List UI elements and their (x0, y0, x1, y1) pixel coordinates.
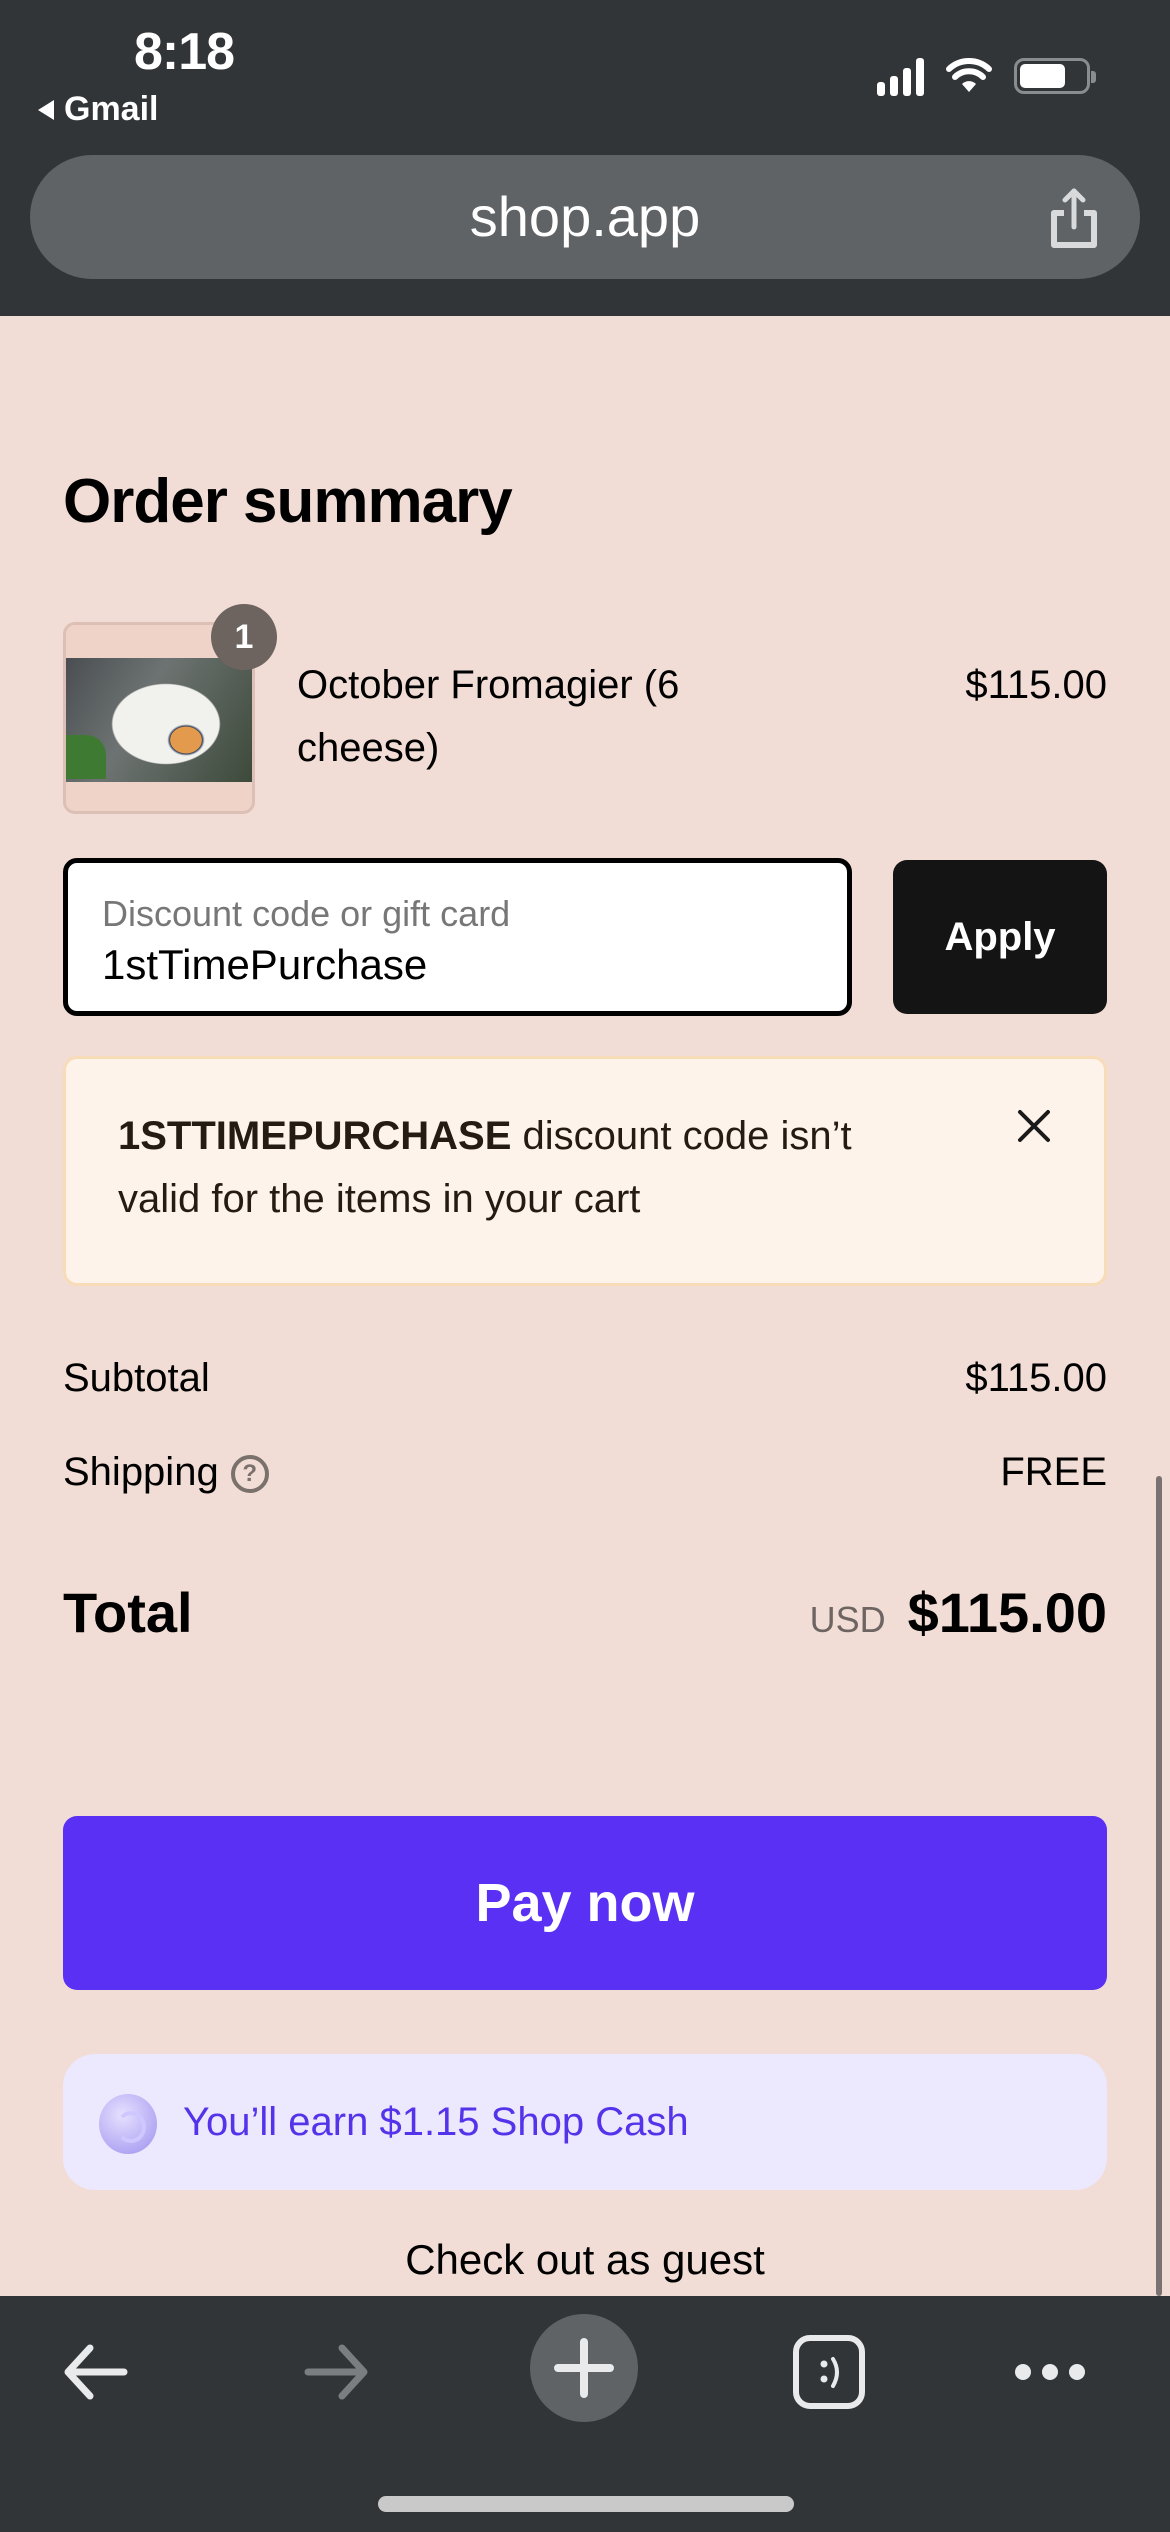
discount-error-banner: 1STTIMEPURCHASE discount code isn’t vali… (63, 1056, 1107, 1286)
forward-button[interactable] (292, 2318, 382, 2426)
address-bar[interactable]: shop.app (30, 155, 1140, 279)
back-to-app-link[interactable]: Gmail (38, 90, 158, 129)
tabs-button[interactable] (790, 2318, 868, 2426)
product-price: $115.00 (965, 663, 1107, 707)
home-indicator[interactable] (378, 2496, 794, 2512)
back-app-label: Gmail (64, 90, 159, 128)
wifi-icon (946, 58, 992, 92)
shipping-row: Shipping? FREE (63, 1450, 1107, 1495)
url-text: shop.app (469, 185, 701, 248)
guest-checkout-link[interactable]: Check out as guest (0, 2236, 1170, 2284)
error-code: 1STTIMEPURCHASE (118, 1114, 512, 1158)
tabs-icon (793, 2335, 865, 2409)
scrollbar[interactable] (1156, 1476, 1162, 2296)
more-dots-icon (1015, 2364, 1085, 2380)
back-triangle-icon (38, 99, 54, 120)
discount-field-label: Discount code or gift card (102, 893, 511, 934)
checkout-page: Order summary 1 October Fromagier (6 che… (0, 316, 1170, 2296)
subtotal-row: Subtotal $115.00 (63, 1356, 1107, 1401)
close-icon (1018, 1109, 1050, 1142)
new-tab-button[interactable] (530, 2314, 638, 2422)
forward-arrow-icon (304, 2344, 368, 2400)
error-message: 1STTIMEPURCHASE discount code isn’t vali… (118, 1105, 918, 1231)
more-button[interactable] (1010, 2318, 1090, 2426)
back-button[interactable] (50, 2318, 140, 2426)
back-arrow-icon (64, 2344, 128, 2400)
browser-toolbar (0, 2296, 1170, 2532)
shipping-label: Shipping (63, 1450, 219, 1494)
subtotal-label: Subtotal (63, 1356, 210, 1400)
product-name: October Fromagier (6 cheese) (297, 663, 680, 770)
plus-icon (554, 2338, 614, 2398)
screen: 8:18 Gmail shop.app Order summary 1 Octo… (0, 0, 1170, 2532)
shop-cash-coin-icon (99, 2094, 157, 2154)
shop-cash-text: You’ll earn $1.15 Shop Cash (183, 2100, 689, 2144)
line-item: 1 October Fromagier (6 cheese) $115.00 (63, 604, 1107, 814)
browser-chrome: 8:18 Gmail shop.app (0, 0, 1170, 316)
pay-now-button[interactable]: Pay now (63, 1816, 1107, 1990)
share-icon[interactable] (1048, 187, 1100, 251)
order-summary-title: Order summary (63, 467, 513, 536)
help-icon[interactable]: ? (230, 1455, 269, 1494)
subtotal-value: $115.00 (965, 1356, 1107, 1400)
total-row: Total USD $115.00 (63, 1580, 1107, 1645)
discount-code-input[interactable] (102, 941, 802, 989)
total-value: $115.00 (907, 1581, 1107, 1644)
status-icons (877, 56, 1096, 96)
battery-icon (1014, 58, 1096, 94)
apply-button[interactable]: Apply (893, 860, 1107, 1014)
shop-cash-banner: You’ll earn $1.15 Shop Cash (63, 2054, 1107, 2190)
cellular-signal-icon (877, 56, 924, 96)
dismiss-error-button[interactable] (1014, 1107, 1054, 1147)
discount-code-field[interactable]: Discount code or gift card (63, 858, 852, 1016)
quantity-badge: 1 (211, 604, 277, 670)
shipping-value: FREE (1000, 1450, 1107, 1494)
status-time: 8:18 (134, 23, 235, 81)
total-label: Total (63, 1581, 193, 1644)
total-currency: USD (809, 1599, 886, 1640)
